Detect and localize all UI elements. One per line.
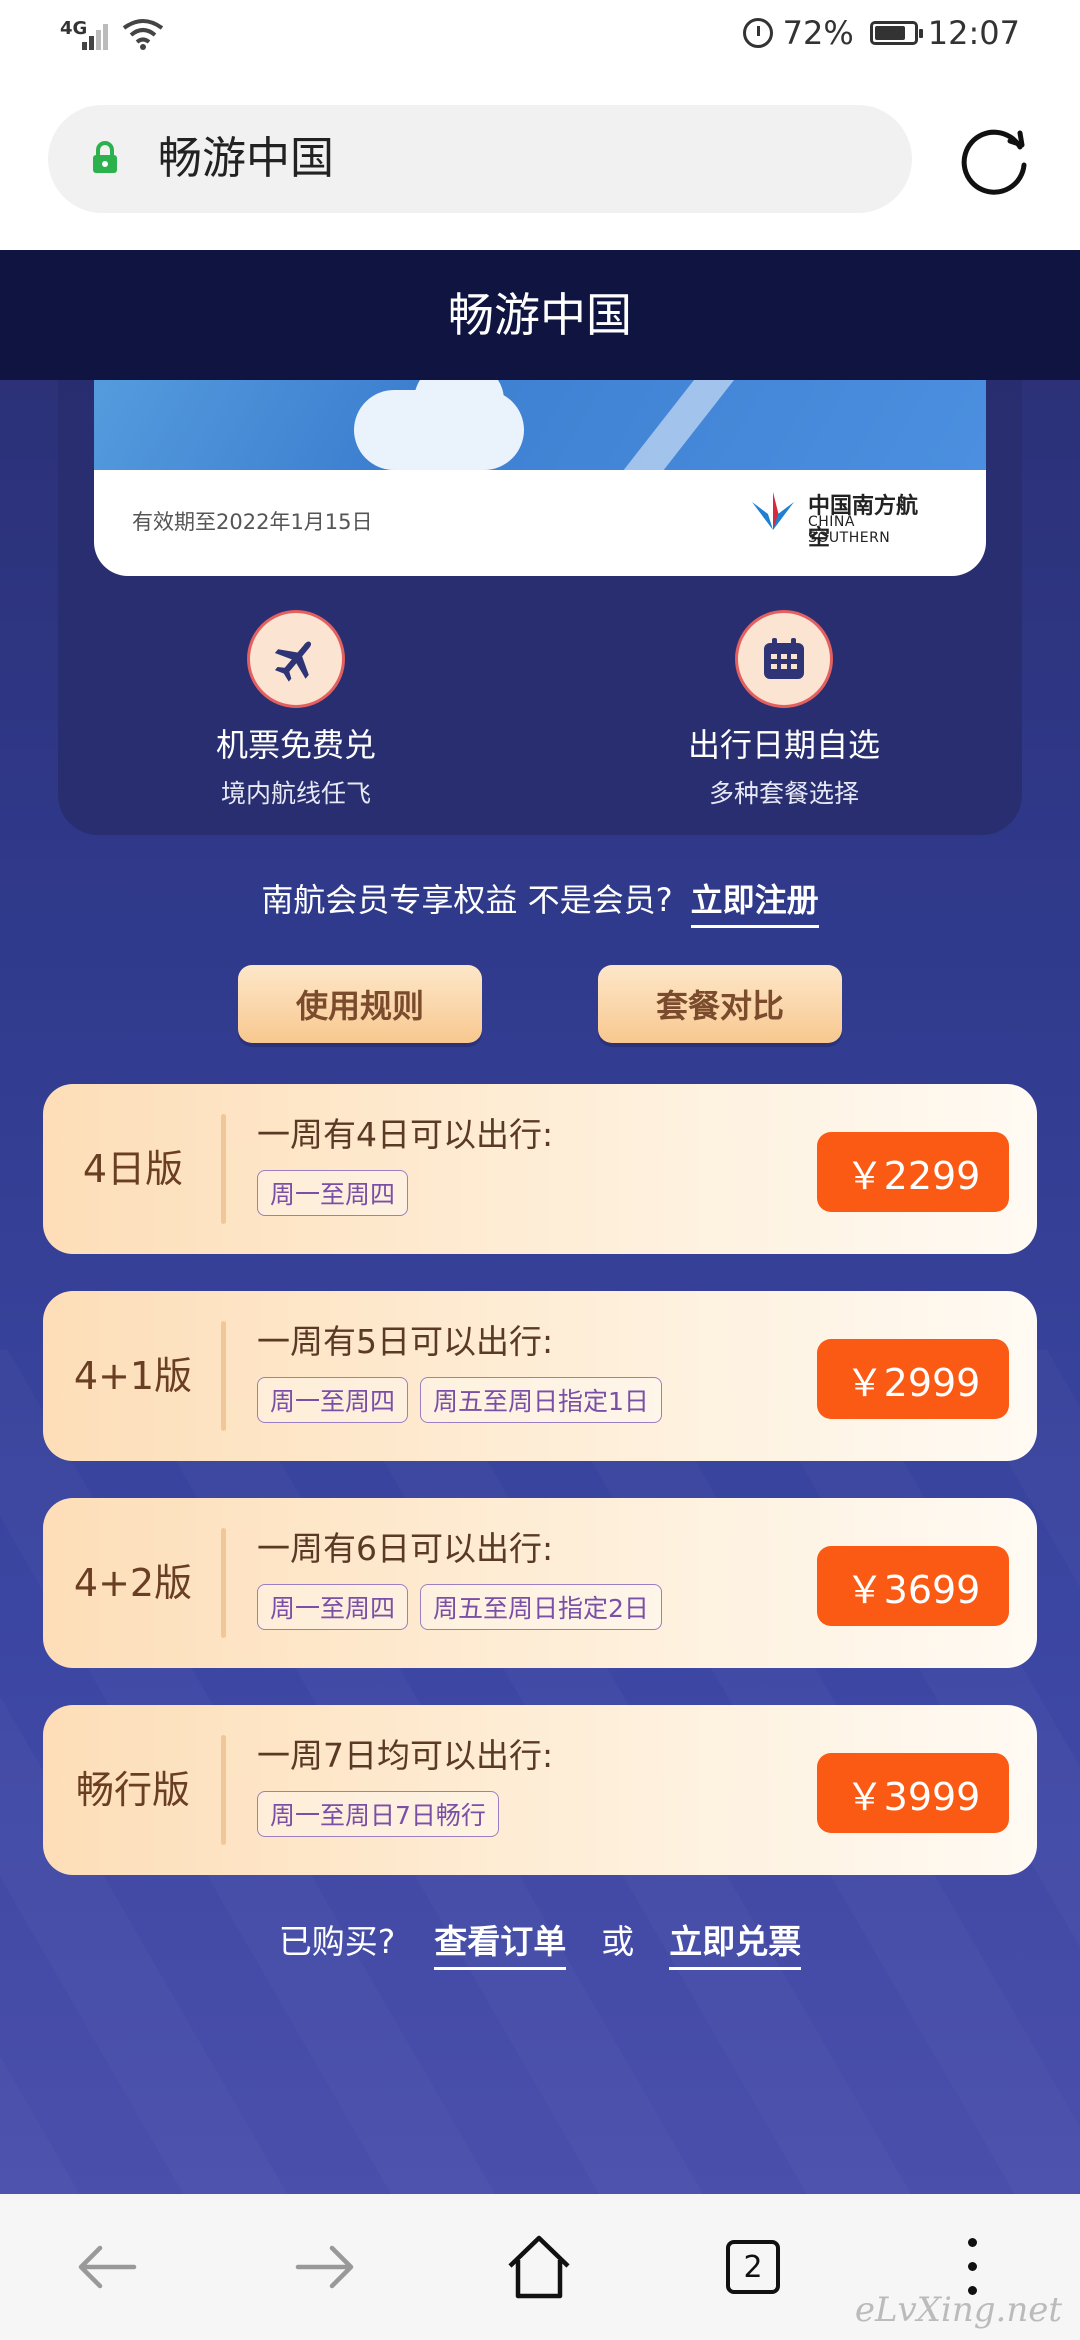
plan-name: 4+1版 [73, 1354, 193, 1398]
signal-icon [82, 22, 112, 50]
feature-date-subtitle: 多种套餐选择 [708, 779, 859, 808]
view-orders-link[interactable]: 查看订单 [434, 1922, 567, 1970]
price-button[interactable]: ￥3699 [817, 1546, 1009, 1626]
member-line: 南航会员专享权益 不是会员? 立即注册 [0, 875, 1080, 928]
feature-flight-title: 机票免费兑 [215, 726, 376, 764]
plan-desc: 一周有5日可以出行: [257, 1322, 554, 1361]
plan-tag: 周一至周四 [257, 1377, 409, 1423]
feature-date: 出行日期自选 多种套餐选择 [634, 610, 934, 810]
status-bar: 4G 72% 12:07 [0, 0, 1080, 75]
feature-date-title: 出行日期自选 [687, 726, 880, 764]
battery-icon [869, 21, 923, 45]
alarm-icon [742, 18, 773, 48]
or-text: 或 [601, 1922, 635, 1961]
member-text: 南航会员专享权益 不是会员? [261, 881, 673, 919]
url-text: 畅游中国 [158, 133, 334, 184]
url-field[interactable]: 畅游中国 [48, 105, 912, 213]
feature-flight-subtitle: 境内航线任飞 [220, 779, 371, 808]
plan-tag: 周一至周四 [257, 1170, 409, 1216]
plan-desc: 一周有6日可以出行: [257, 1529, 554, 1568]
browser-bottom-bar: 2 eLvXing.net [0, 2194, 1080, 2340]
lock-icon [93, 141, 117, 173]
back-icon[interactable] [72, 2232, 142, 2302]
airplane-icon [247, 610, 345, 708]
plan-card-4plus2[interactable]: 4+2版 一周有6日可以出行: 周一至周四 周五至周日指定2日 ￥3699 [43, 1498, 1037, 1668]
compare-button[interactable]: 套餐对比 [598, 965, 842, 1043]
price-button[interactable]: ￥2999 [817, 1339, 1009, 1419]
page-title: 畅游中国 [448, 288, 632, 342]
battery-percent: 72% [782, 14, 854, 52]
tabs-button[interactable]: 2 [726, 2240, 780, 2294]
page-content: 有效期至2022年1月15日 中国南方航空 CHINA SOUTHERN 机票免… [0, 250, 1080, 2194]
plan-name: 畅行版 [75, 1768, 190, 1812]
plan-desc: 一周有4日可以出行: [257, 1115, 554, 1154]
redeem-link[interactable]: 立即兑票 [669, 1922, 802, 1970]
plan-tag: 周一至周日7日畅行 [257, 1791, 499, 1837]
plan-tag: 周五至周日指定1日 [420, 1377, 662, 1423]
address-bar: 畅游中国 [0, 75, 1080, 250]
brand-name-en: CHINA SOUTHERN [808, 514, 891, 546]
validity-text: 有效期至2022年1月15日 [132, 510, 373, 534]
wifi-icon [122, 19, 164, 50]
price-button[interactable]: ￥3999 [817, 1753, 1009, 1833]
plan-name: 4日版 [82, 1147, 184, 1191]
purchased-line: 已购买? 查看订单 或 立即兑票 [0, 1915, 1080, 1970]
plan-desc: 一周7日均可以出行: [257, 1736, 554, 1775]
watermark: eLvXing.net [854, 2290, 1062, 2330]
home-icon[interactable] [504, 2232, 574, 2302]
plan-name: 4+2版 [73, 1561, 193, 1605]
feature-flight: 机票免费兑 境内航线任飞 [146, 610, 446, 810]
plan-card-4plus1[interactable]: 4+1版 一周有5日可以出行: 周一至周四 周五至周日指定1日 ￥2999 [43, 1291, 1037, 1461]
plan-tag: 周五至周日指定2日 [420, 1584, 662, 1630]
kapok-logo-icon [752, 492, 794, 530]
register-link[interactable]: 立即注册 [690, 881, 819, 928]
plan-tag: 周一至周四 [257, 1584, 409, 1630]
purchased-text: 已购买? [278, 1922, 396, 1961]
forward-icon[interactable] [290, 2232, 360, 2302]
reload-icon[interactable] [958, 121, 1034, 197]
rules-button[interactable]: 使用规则 [238, 965, 482, 1043]
clock: 12:07 [927, 14, 1020, 52]
plan-card-unlimited[interactable]: 畅行版 一周7日均可以出行: 周一至周日7日畅行 ￥3999 [43, 1705, 1037, 1875]
page-header: 畅游中国 [0, 250, 1080, 380]
plan-card-4day[interactable]: 4日版 一周有4日可以出行: 周一至周四 ￥2299 [43, 1084, 1037, 1254]
price-button[interactable]: ￥2299 [817, 1132, 1009, 1212]
china-southern-logo: 中国南方航空 CHINA SOUTHERN [746, 488, 936, 551]
calendar-icon [735, 610, 833, 708]
